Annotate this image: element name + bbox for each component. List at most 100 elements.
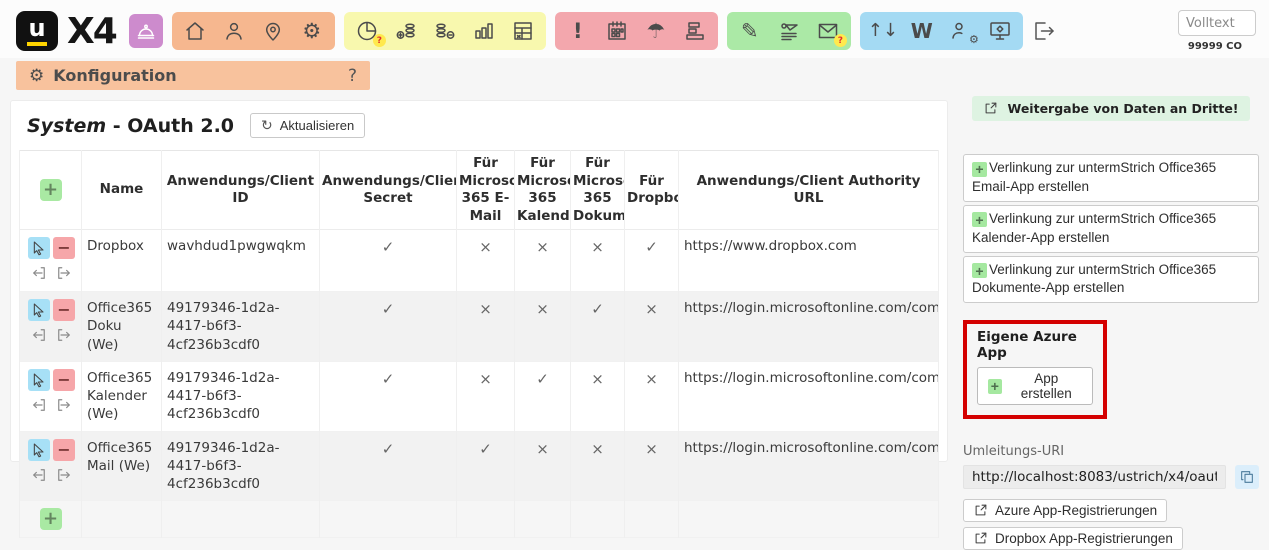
create-office365-email-app-button[interactable]: +Verlinkung zur untermStrich Office365 E… [963, 154, 1259, 202]
service-menu-button[interactable] [129, 14, 163, 48]
delete-row-button[interactable]: − [53, 237, 75, 259]
toolbar-group-edit: ✎ ? [727, 12, 851, 50]
bar-chart-icon[interactable] [472, 18, 496, 44]
select-row-button[interactable] [28, 369, 50, 391]
select-row-button[interactable] [28, 237, 50, 259]
refresh-button[interactable]: ↻ Aktualisieren [250, 113, 365, 138]
external-link-icon [973, 503, 988, 518]
cell-secret-flag: ✓ [382, 238, 395, 256]
logo-underline [27, 42, 47, 46]
cell-dropbox-flag: × [645, 300, 658, 318]
calendar-icon[interactable] [605, 18, 629, 44]
cell-dokumente-flag: ✓ [591, 300, 604, 318]
user-code: 99999 CO [1188, 41, 1242, 52]
cell-kalender-flag: × [536, 440, 549, 458]
remote-desktop-icon[interactable] [988, 18, 1012, 44]
app-logo[interactable]: u [16, 11, 58, 51]
cell-kalender-flag: × [536, 238, 549, 256]
azure-app-highlight-box: Eigene Azure App + App erstellen [963, 320, 1107, 419]
cell-name: Office365 Doku (We) [82, 292, 162, 362]
import-icon[interactable] [28, 394, 50, 416]
col-client-secret: Anwendungs/Client Secret [320, 151, 457, 230]
add-entry-button[interactable]: + [40, 179, 62, 201]
cell-email-flag: × [479, 300, 492, 318]
cell-email-flag: × [479, 238, 492, 256]
cell-client-id: 49179346-1d2a-4417-b6f3-4cf236b3cdf0 [162, 292, 320, 362]
copy-icon [1239, 469, 1255, 485]
cell-client-id: wavhdud1pwgwqkm [162, 230, 320, 292]
cell-dropbox-flag: ✓ [645, 238, 658, 256]
cloche-icon [134, 18, 158, 44]
cell-authority-url: https://login.microsoftonline.com/common [679, 292, 939, 362]
exclamation-icon[interactable]: ! [566, 18, 590, 44]
approval-flag-icon[interactable] [777, 18, 801, 44]
oauth-panel: System - OAuth 2.0 ↻ Aktualisieren + Nam… [10, 100, 948, 462]
word-export-icon[interactable]: W [910, 18, 934, 44]
add-row-button[interactable]: + [40, 508, 62, 530]
page-header-bar[interactable]: ⚙ Konfiguration ? [16, 61, 370, 90]
select-row-button[interactable] [28, 299, 50, 321]
plus-icon: + [972, 263, 987, 278]
table-row: − Office365 Kalender (We) 49179346-1d2a-… [20, 361, 939, 431]
cell-authority-url: https://login.microsoftonline.com/common [679, 361, 939, 431]
location-pin-icon[interactable] [261, 18, 285, 44]
table-header-row: + Name Anwendungs/Client ID Anwendungs/C… [20, 151, 939, 230]
select-row-button[interactable] [28, 439, 50, 461]
home-icon[interactable] [183, 18, 207, 44]
export-icon[interactable] [53, 464, 75, 486]
create-office365-dokumente-app-button[interactable]: +Verlinkung zur untermStrich Office365 D… [963, 256, 1259, 304]
user-settings-icon[interactable]: ⚙ [949, 18, 973, 44]
table-row: − Dropbox wavhdud1pwgwqkm ✓ × × × ✓ http… [20, 230, 939, 292]
section-header: System - OAuth 2.0 ↻ Aktualisieren [27, 113, 939, 138]
delete-row-button[interactable]: − [53, 439, 75, 461]
dropbox-app-registrations-button[interactable]: Dropbox App-Registrierungen [963, 527, 1183, 550]
income-coins-icon[interactable] [394, 18, 418, 44]
fulltext-search-input[interactable] [1178, 10, 1256, 36]
delete-row-button[interactable]: − [53, 369, 75, 391]
export-icon[interactable] [53, 324, 75, 346]
cell-dokumente-flag: × [591, 440, 604, 458]
create-office365-kalender-app-button[interactable]: +Verlinkung zur untermStrich Office365 K… [963, 205, 1259, 253]
umbrella-icon[interactable]: ☂ [644, 18, 668, 44]
import-icon[interactable] [28, 464, 50, 486]
logo-letter: u [28, 16, 45, 40]
export-icon[interactable] [53, 262, 75, 284]
cell-name: Dropbox [82, 230, 162, 292]
plus-icon: + [972, 212, 987, 227]
cell-secret-flag: ✓ [382, 370, 395, 388]
import-icon[interactable] [28, 324, 50, 346]
external-link-icon [973, 531, 988, 546]
section-title: System - OAuth 2.0 [27, 115, 234, 137]
logout-icon[interactable] [1032, 18, 1056, 44]
sort-arrows-icon[interactable]: ↑↓ [871, 18, 895, 44]
col-authority-url: Anwendungs/Client Authority URL [679, 151, 939, 230]
col-m365-email: Für Microsoft 365 E-Mail [457, 151, 515, 230]
cell-client-id: 49179346-1d2a-4417-b6f3-4cf236b3cdf0 [162, 361, 320, 431]
question-badge: ? [373, 34, 386, 47]
spreadsheet-icon[interactable] [511, 18, 535, 44]
mail-icon[interactable]: ? [816, 18, 840, 44]
data-sharing-notice-button[interactable]: Weitergabe von Daten an Dritte! [972, 96, 1249, 121]
contacts-icon[interactable] [222, 18, 246, 44]
import-icon[interactable] [28, 262, 50, 284]
delete-row-button[interactable]: − [53, 299, 75, 321]
toolbar-group-finance: ? [344, 12, 546, 50]
external-link-icon [983, 101, 998, 116]
app-version-logo: X4 [67, 11, 116, 52]
cell-email-flag: × [479, 370, 492, 388]
settings-gear-icon[interactable]: ⚙ [300, 18, 324, 44]
export-icon[interactable] [53, 394, 75, 416]
section-title-rest: - OAuth 2.0 [106, 115, 234, 137]
page-title: Konfiguration [53, 66, 176, 85]
cell-dropbox-flag: × [645, 440, 658, 458]
stacked-bars-icon[interactable] [683, 18, 707, 44]
create-app-button[interactable]: + App erstellen [977, 367, 1093, 405]
pie-chart-icon[interactable]: ? [355, 18, 379, 44]
col-dropbox: Für Dropbox [625, 151, 679, 230]
cell-authority-url: https://login.microsoftonline.com/common [679, 431, 939, 501]
pencil-icon[interactable]: ✎ [738, 18, 762, 44]
azure-app-registrations-button[interactable]: Azure App-Registrierungen [963, 499, 1167, 522]
help-icon[interactable]: ? [348, 66, 357, 86]
expense-coins-icon[interactable] [433, 18, 457, 44]
toolbar-group-general: ⚙ [172, 12, 335, 50]
